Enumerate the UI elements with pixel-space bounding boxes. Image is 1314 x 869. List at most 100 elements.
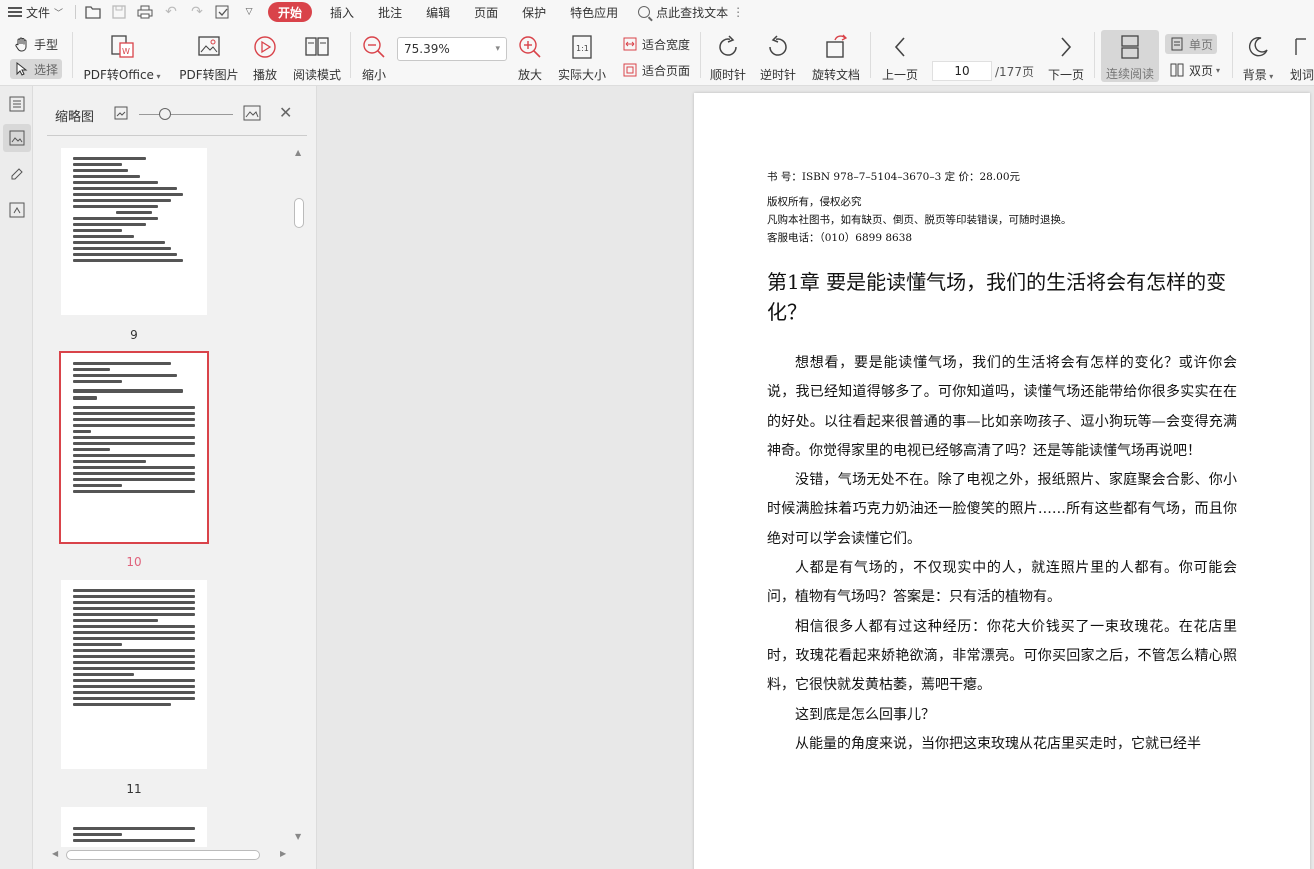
rotate-clockwise-button[interactable]: 顺时针: [708, 30, 748, 83]
print-icon[interactable]: [132, 0, 158, 24]
pdf-to-office-button[interactable]: W PDF转Office ▾: [84, 30, 161, 83]
zoom-in-button[interactable]: 放大: [516, 30, 544, 83]
tab-protect[interactable]: 保护: [510, 0, 558, 24]
double-page-icon: [1169, 62, 1185, 78]
rotate-document-icon: [823, 30, 849, 64]
divider: [72, 32, 73, 78]
rotate-clockwise-icon: [715, 30, 741, 64]
page-thumbnail-number: 9: [130, 328, 138, 342]
chevron-right-icon: [1058, 30, 1074, 64]
thumbnail-panel-title: 缩略图: [55, 110, 95, 125]
svg-text:1:1: 1:1: [576, 44, 589, 53]
divider: [1094, 32, 1095, 78]
zoom-out-button[interactable]: 缩小: [360, 30, 388, 83]
thumbnail-size-slider[interactable]: [139, 114, 233, 115]
thumbnail-size-slider-handle[interactable]: [159, 108, 171, 120]
side-rail: [0, 86, 33, 869]
attachment-panel-icon[interactable]: [3, 196, 31, 224]
pdf-to-image-icon: [196, 30, 222, 64]
previous-page-button[interactable]: 上一页: [880, 30, 920, 83]
continuous-reading-button[interactable]: 连续阅读: [1101, 30, 1159, 82]
tab-page[interactable]: 页面: [462, 0, 510, 24]
previous-page-label: 上一页: [881, 68, 918, 82]
file-menu-label: 文件: [26, 5, 51, 20]
rotate-document-button[interactable]: 旋转文档: [810, 30, 862, 83]
tab-edit[interactable]: 编辑: [414, 0, 462, 24]
body-paragraph: 相信很多人都有过这种经历：你花大价钱买了一束玫瑰花。在花店里时，玫瑰花看起来娇艳…: [767, 618, 1237, 694]
fit-page-icon: [622, 62, 638, 78]
zoom-in-label: 放大: [517, 68, 542, 82]
page-number-input[interactable]: 10: [932, 61, 992, 81]
book-isbn-price: 书 号：ISBN 978–7–5104–3670–3 定 价：28.00元: [767, 171, 1020, 183]
file-menu[interactable]: 文件 ﹀: [0, 0, 71, 24]
thumbnail-vertical-scrollbar[interactable]: ▲ ▼: [292, 148, 306, 848]
zoom-level-select[interactable]: 75.39% ▾: [397, 37, 507, 61]
chevron-left-icon: [892, 30, 908, 64]
bookmark-outline-icon[interactable]: [3, 90, 31, 118]
hand-icon: [14, 36, 30, 52]
search-label: 点此查找文本: [656, 5, 729, 20]
highlight-word-icon: [1292, 30, 1312, 64]
tab-start[interactable]: 开始: [268, 2, 313, 22]
double-page-button[interactable]: 双页 ▾: [1165, 60, 1224, 80]
chevron-down-icon: ﹀: [54, 8, 64, 19]
next-page-button[interactable]: 下一页: [1046, 30, 1086, 83]
body-paragraph: 没错，气场无处不在。除了电视之外，报纸照片、家庭聚会合影、你小时候满脸抹着巧克力…: [767, 472, 1237, 547]
thumbnail-horizontal-scrollbar[interactable]: ◀ ▶: [50, 848, 290, 862]
page-thumbnail-10[interactable]: [59, 351, 209, 544]
single-page-button[interactable]: 单页: [1165, 34, 1217, 54]
divider: [700, 32, 701, 78]
double-page-label: 双页: [1189, 63, 1214, 78]
fit-width-label: 适合宽度: [642, 37, 691, 52]
small-thumbnail-icon[interactable]: [114, 106, 128, 123]
more-icon[interactable]: ⋮: [732, 5, 744, 19]
tab-insert[interactable]: 插入: [318, 0, 366, 24]
select-tool-label: 选择: [33, 62, 58, 77]
divider: [1232, 32, 1233, 78]
page-thumbnail-number: 11: [126, 782, 142, 796]
undo-icon[interactable]: ↶: [158, 0, 184, 24]
divider: [47, 135, 307, 136]
read-mode-button[interactable]: 阅读模式: [292, 30, 342, 83]
single-page-icon: [1169, 36, 1185, 52]
play-button[interactable]: 播放: [250, 30, 280, 83]
chevron-down-icon: ▾: [495, 44, 500, 54]
search-icon: [638, 6, 651, 18]
background-button[interactable]: 背景 ▾: [1240, 30, 1276, 83]
find-text-search[interactable]: 点此查找文本 ⋮: [630, 4, 752, 21]
document-page[interactable]: 书 号：ISBN 978–7–5104–3670–3 定 价：28.00元 版权…: [694, 93, 1310, 869]
cursor-icon: [14, 61, 30, 77]
hand-tool-button[interactable]: 手型: [10, 34, 62, 54]
quick-access-dropdown-icon[interactable]: ▽: [236, 0, 262, 24]
thumbnail-panel-icon[interactable]: [3, 124, 31, 152]
play-label: 播放: [252, 68, 277, 82]
close-icon[interactable]: ✕: [279, 103, 292, 122]
open-folder-icon[interactable]: [80, 0, 106, 24]
fit-page-label: 适合页面: [642, 63, 691, 78]
rotate-clockwise-label: 顺时针: [709, 68, 746, 82]
hamburger-icon: [8, 7, 22, 17]
highlight-word-button[interactable]: 划词: [1290, 30, 1314, 83]
tab-annotate[interactable]: 批注: [366, 0, 414, 24]
save-icon[interactable]: [106, 0, 132, 24]
page-thumbnail-12[interactable]: [61, 807, 207, 847]
rotate-counterclockwise-button[interactable]: 逆时针: [758, 30, 798, 83]
annotation-panel-icon[interactable]: [3, 160, 31, 188]
fit-page-button[interactable]: 适合页面: [618, 60, 694, 80]
fit-width-icon: [622, 36, 638, 52]
fit-width-button[interactable]: 适合宽度: [618, 34, 694, 54]
large-thumbnail-icon[interactable]: [243, 105, 261, 124]
select-tool-button[interactable]: 选择: [10, 59, 62, 79]
actual-size-button[interactable]: 1:1 实际大小: [556, 30, 608, 83]
scrollbar-thumb[interactable]: [294, 198, 304, 228]
page-thumbnail-9[interactable]: [61, 148, 207, 315]
page-thumbnail-11[interactable]: [61, 580, 207, 769]
body-paragraph: 人都是有气场的，不仅现实中的人，就连照片里的人都有。你可能会问，植物有气场吗？答…: [767, 560, 1237, 606]
export-icon[interactable]: [210, 0, 236, 24]
tab-features[interactable]: 特色应用: [558, 0, 630, 24]
redo-icon[interactable]: ↷: [184, 0, 210, 24]
pdf-to-image-button[interactable]: PDF转图片: [178, 30, 240, 83]
actual-size-label: 实际大小: [557, 68, 606, 82]
single-page-label: 单页: [1188, 37, 1213, 52]
scrollbar-thumb[interactable]: [66, 850, 260, 860]
